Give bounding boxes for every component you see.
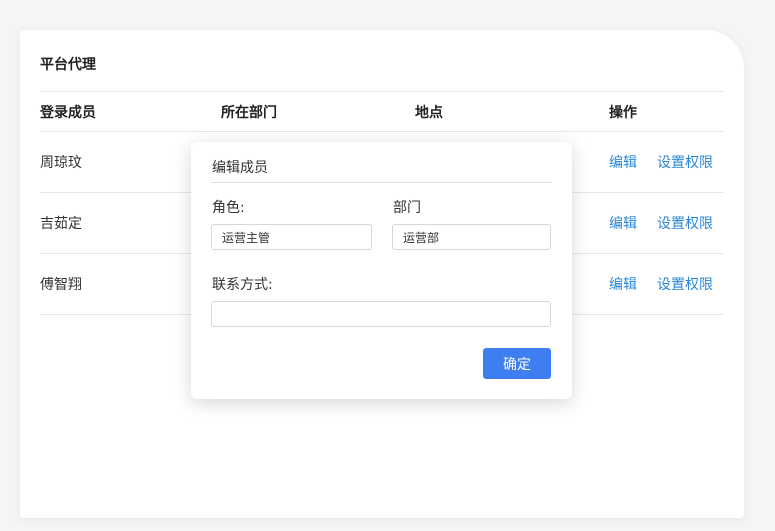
edit-link[interactable]: 编辑 bbox=[609, 274, 637, 294]
table-header: 登录成员 所在部门 地点 操作 bbox=[40, 91, 724, 132]
card-title: 平台代理 bbox=[40, 57, 96, 73]
member-name: 周琼玟 bbox=[40, 155, 82, 171]
edit-link[interactable]: 编辑 bbox=[609, 213, 637, 233]
department-label: 部门 bbox=[393, 200, 421, 216]
row-actions: 编辑 设置权限 bbox=[609, 254, 713, 314]
header-actions: 操作 bbox=[609, 104, 637, 121]
header-department: 所在部门 bbox=[221, 104, 277, 121]
set-permissions-link[interactable]: 设置权限 bbox=[657, 213, 713, 233]
department-field[interactable]: 运营部 bbox=[392, 224, 551, 250]
role-field[interactable]: 运营主管 bbox=[211, 224, 372, 250]
role-label: 角色: bbox=[212, 200, 245, 216]
edit-member-dialog: 编辑成员 角色: 运营主管 部门 运营部 联系方式: 确定 bbox=[191, 142, 572, 399]
contact-label: 联系方式: bbox=[212, 277, 273, 293]
dialog-title: 编辑成员 bbox=[212, 160, 268, 176]
header-member: 登录成员 bbox=[40, 104, 96, 121]
set-permissions-link[interactable]: 设置权限 bbox=[657, 274, 713, 294]
header-location: 地点 bbox=[415, 104, 443, 121]
row-actions: 编辑 设置权限 bbox=[609, 132, 713, 192]
confirm-button[interactable]: 确定 bbox=[483, 348, 551, 379]
row-actions: 编辑 设置权限 bbox=[609, 193, 713, 253]
set-permissions-link[interactable]: 设置权限 bbox=[657, 152, 713, 172]
edit-link[interactable]: 编辑 bbox=[609, 152, 637, 172]
dialog-divider bbox=[211, 182, 552, 183]
member-name: 傅智翔 bbox=[40, 277, 82, 293]
contact-field[interactable] bbox=[211, 301, 551, 327]
member-name: 吉茹定 bbox=[40, 216, 82, 232]
